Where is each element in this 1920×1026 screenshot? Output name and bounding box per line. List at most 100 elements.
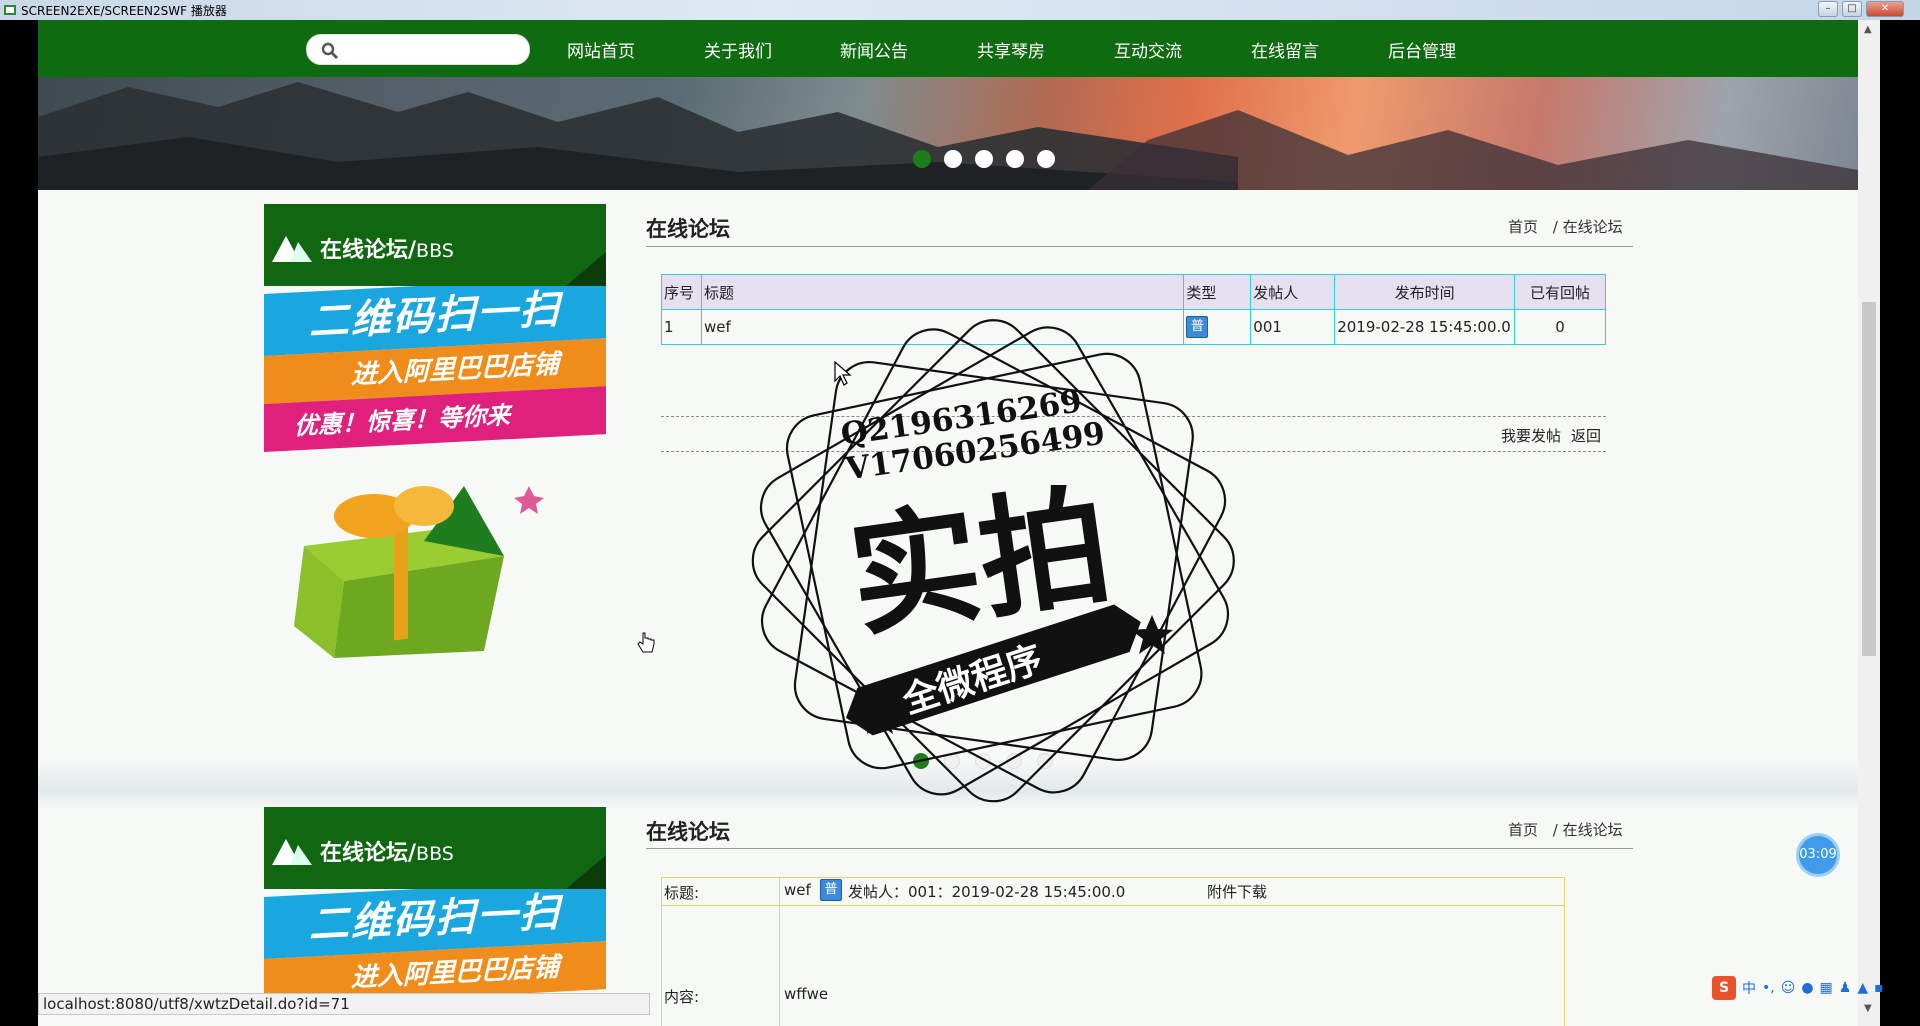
scroll-up-arrow-icon[interactable]: ▲ [1864, 24, 1872, 35]
banner-image [38, 77, 1858, 190]
col-header-index: 序号 [661, 274, 702, 310]
grid-icon[interactable]: ▪ [1874, 980, 1884, 996]
detail-content-value: wffwe [784, 985, 829, 1003]
watermark-big-text: 实拍 [841, 469, 1120, 656]
back-link[interactable]: 返回 [1571, 425, 1601, 446]
detail-col-sep [779, 878, 780, 1026]
mic-icon[interactable]: ● [1801, 980, 1813, 996]
sidebar-title-en-2: BBS [416, 843, 454, 865]
mouse-cursor-icon [834, 361, 852, 386]
scroll-thumb[interactable] [1862, 302, 1876, 656]
breadcrumb-separator-2: / [1552, 821, 1558, 839]
top-nav: 网站首页 关于我们 新闻公告 共享琴房 互动交流 在线留言 后台管理 [38, 20, 1858, 77]
divider-2 [646, 848, 1633, 849]
nav-item-interaction[interactable]: 互动交流 [1114, 37, 1182, 62]
sidebar-title-en: BBS [416, 240, 454, 262]
hand-cursor-icon [637, 632, 655, 653]
slider-dot-lower-4[interactable] [1006, 753, 1022, 769]
cell-author: 001 [1250, 309, 1336, 345]
sogou-logo-icon[interactable]: S [1712, 976, 1736, 1000]
slider-dot-lower-5[interactable] [1037, 753, 1053, 769]
detail-label-title: 标题: [664, 884, 700, 902]
attachment-download-link[interactable]: 附件下载 [1207, 881, 1267, 902]
table-header-row: 序号 标题 类型 发帖人 发布时间 已有回帖 [661, 274, 1606, 310]
nav-item-home[interactable]: 网站首页 [567, 37, 635, 62]
col-header-author: 发帖人 [1250, 274, 1336, 310]
slider-dot-5[interactable] [1037, 150, 1055, 168]
sidebar-title: 在线论坛/ [320, 238, 417, 263]
sidebar-title-2: 在线论坛/ [320, 841, 417, 866]
nav-item-admin[interactable]: 后台管理 [1388, 37, 1456, 62]
type-badge: 普 [1186, 316, 1209, 338]
post-detail: 标题: wef 普 发帖人：001：2019-02-28 15:45:00.0 … [661, 877, 1565, 1026]
new-post-link[interactable]: 我要发帖 [1501, 425, 1561, 446]
sidebar-forum-header-2: 在线论坛/BBS [264, 807, 606, 889]
browser-status-bar: localhost:8080/utf8/xwtzDetail.do?id=71 [38, 993, 650, 1015]
table-row[interactable]: 1 wef 普 001 2019-02-28 15:45:00.0 0 [661, 309, 1606, 345]
cell-index: 1 [661, 309, 702, 345]
cell-replies: 0 [1514, 309, 1606, 345]
slider-dot-1[interactable] [913, 150, 931, 168]
col-header-type: 类型 [1183, 274, 1252, 310]
section-title: 在线论坛 [646, 217, 730, 241]
web-page: 网站首页 关于我们 新闻公告 共享琴房 互动交流 在线留言 后台管理 在线论坛/… [38, 20, 1858, 1026]
section-title-2: 在线论坛 [646, 820, 730, 844]
skin-icon[interactable]: ▲ [1857, 980, 1868, 996]
forum-table: 序号 标题 类型 发帖人 发布时间 已有回帖 1 wef 普 001 2019-… [661, 274, 1606, 345]
watermark-line-1: Q2196316269 [839, 383, 1084, 452]
slider-dot-2[interactable] [944, 150, 962, 168]
keyboard-icon[interactable]: ▦ [1820, 980, 1833, 996]
watermark-seal: Q2196316269 V17060256499 实拍 全微程序 [751, 319, 1235, 803]
slider-dot-3[interactable] [975, 150, 993, 168]
corner-fold [566, 855, 606, 889]
app-icon [4, 5, 16, 15]
breadcrumb-current: 在线论坛 [1562, 218, 1623, 236]
gift-box-icon [294, 486, 544, 658]
search-input[interactable] [306, 34, 530, 65]
col-header-replies: 已有回帖 [1514, 274, 1606, 310]
corner-fold [566, 252, 606, 286]
nav-item-about[interactable]: 关于我们 [704, 37, 772, 62]
logo-icon [272, 839, 312, 865]
emoji-icon[interactable]: ☺ [1781, 980, 1796, 996]
divider [646, 246, 1633, 247]
cell-title[interactable]: wef [700, 309, 1185, 345]
breadcrumb-2: 首页 / 在线论坛 [1508, 819, 1623, 840]
search-icon [321, 42, 338, 59]
breadcrumb-home-2[interactable]: 首页 [1508, 821, 1538, 839]
player-title-bar: SCREEN2EXE/SCREEN2SWF 播放器 – □ ✕ [0, 0, 1920, 20]
close-button[interactable]: ✕ [1866, 1, 1904, 17]
breadcrumb-home[interactable]: 首页 [1508, 218, 1538, 236]
col-header-title: 标题 [700, 274, 1185, 310]
detail-author-time: 发帖人：001：2019-02-28 15:45:00.0 [848, 883, 1126, 901]
ime-punct[interactable]: •, [1762, 980, 1775, 996]
vertical-scrollbar[interactable]: ▲ ▼ [1858, 20, 1880, 1026]
slider-dot-lower-3[interactable] [975, 753, 991, 769]
minimize-button[interactable]: – [1818, 1, 1838, 17]
detail-type-badge: 普 [820, 879, 842, 901]
record-timer: 03:09 [1796, 833, 1840, 877]
maximize-button[interactable]: □ [1842, 1, 1862, 17]
promo-ad[interactable]: 二维码扫一扫 进入阿里巴巴店铺 优惠！惊喜！等你来 [264, 286, 606, 658]
breadcrumb-separator: / [1552, 218, 1558, 236]
scroll-down-arrow-icon[interactable]: ▼ [1864, 1003, 1872, 1014]
ime-mode[interactable]: 中 [1742, 978, 1756, 998]
slider-dot-lower-2[interactable] [944, 753, 960, 769]
col-header-time: 发布时间 [1334, 274, 1516, 310]
logo-icon [272, 236, 312, 262]
sidebar-forum-header: 在线论坛/BBS [264, 204, 606, 286]
watermark-ribbon: 全微程序 [897, 638, 1048, 723]
breadcrumb: 首页 / 在线论坛 [1508, 216, 1623, 237]
dashed-divider-top [661, 416, 1606, 417]
nav-item-messages[interactable]: 在线留言 [1251, 37, 1319, 62]
nav-item-piano-rooms[interactable]: 共享琴房 [977, 37, 1045, 62]
dashed-divider-bottom [661, 451, 1606, 452]
detail-label-content: 内容: [664, 988, 700, 1006]
breadcrumb-current-2: 在线论坛 [1562, 821, 1623, 839]
nav-item-news[interactable]: 新闻公告 [840, 37, 908, 62]
cell-time: 2019-02-28 15:45:00.0 [1334, 309, 1516, 345]
user-icon[interactable]: ♟ [1839, 980, 1852, 996]
slider-dot-lower-1[interactable] [913, 753, 929, 769]
detail-title-value: wef [784, 881, 811, 899]
slider-dot-4[interactable] [1006, 150, 1024, 168]
